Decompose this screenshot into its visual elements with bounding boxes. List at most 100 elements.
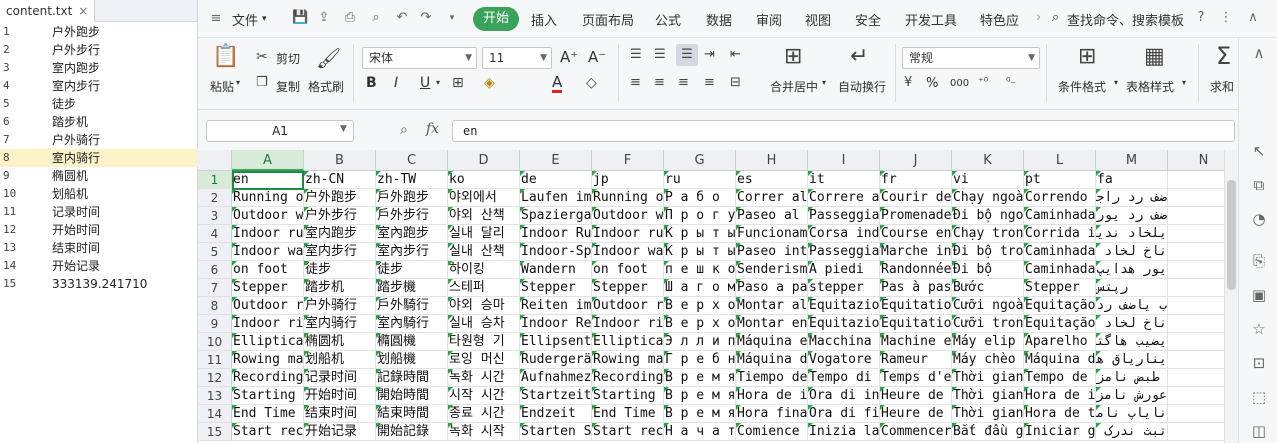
cell-c14[interactable]: 結束時間 (376, 405, 448, 423)
currency-icon[interactable]: ¥ (904, 76, 912, 89)
conditional-format-dropdown-icon[interactable]: ▾ (1114, 78, 1118, 87)
cell-a4[interactable]: Indoor ru (232, 225, 304, 243)
format-painter-button[interactable]: 格式刷 (308, 78, 344, 95)
row-header-9[interactable]: 9 (198, 315, 232, 333)
print-preview-icon[interactable]: ⌕ (368, 10, 384, 26)
cell-i7[interactable]: stepper (808, 279, 880, 297)
cell-b1[interactable]: zh-CN (304, 171, 376, 189)
row-header-10[interactable]: 10 (198, 333, 232, 351)
cell-d9[interactable]: 실내 승차 (448, 315, 520, 333)
customize-toolbar-icon[interactable]: ▾ (444, 10, 460, 26)
column-header-c[interactable]: C (376, 150, 448, 171)
cell-h6[interactable]: Senderism (736, 261, 808, 279)
cell-c6[interactable]: 徒步 (376, 261, 448, 279)
file-menu[interactable]: 文件 (232, 10, 258, 29)
cell-k14[interactable]: Thời gian (952, 405, 1024, 423)
cell-m9[interactable]: ناخ لخاد یراوس (1096, 315, 1168, 333)
cell-d3[interactable]: 야외 산책 (448, 207, 520, 225)
cell-d12[interactable]: 녹화 시간 (448, 369, 520, 387)
fx-button[interactable]: fx (426, 121, 439, 137)
cell-g13[interactable]: В р е м я (664, 387, 736, 405)
cell-c4[interactable]: 室內跑步 (376, 225, 448, 243)
cell-m2[interactable]: ضف رد راجا لاح رد (1096, 189, 1168, 207)
editor-line[interactable]: 13 结束时间 (0, 239, 198, 257)
table-style-icon[interactable]: ▦ (1144, 46, 1165, 68)
row-header-6[interactable]: 6 (198, 261, 232, 279)
editor-line[interactable]: 9 椭圆机 (0, 167, 198, 185)
cell-e5[interactable]: Indoor-Sp (520, 243, 592, 261)
font-size-select[interactable]: 11 ▼ (482, 47, 552, 69)
cell-l3[interactable]: Caminhada (1024, 207, 1096, 225)
column-header-h[interactable]: H (736, 150, 808, 171)
align-center-icon[interactable]: ≡ (654, 76, 665, 89)
cell-j7[interactable]: Pas à pas (880, 279, 952, 297)
cell-e12[interactable]: Aufnahmez (520, 369, 592, 387)
help-icon[interactable]: ? (1193, 10, 1209, 26)
cell-m1[interactable]: fa (1096, 171, 1168, 189)
cell-f7[interactable]: Stepper (592, 279, 664, 297)
share-icon[interactable]: ⬚ (1250, 388, 1268, 406)
select-all-corner[interactable] (198, 150, 232, 171)
editor-line[interactable]: 2 户外步行 (0, 41, 198, 59)
tab-featured-apps[interactable]: 特色应 (980, 10, 1019, 29)
cell-g4[interactable]: К р ы т ы (664, 225, 736, 243)
cell-j6[interactable]: Randonnée (880, 261, 952, 279)
cell-g10[interactable]: Э л л и п (664, 333, 736, 351)
column-header-g[interactable]: G (664, 150, 736, 171)
cell-i14[interactable]: Ora di fi (808, 405, 880, 423)
row-header-11[interactable]: 11 (198, 351, 232, 369)
cell-f8[interactable]: Outdoor r (592, 297, 664, 315)
cell-k6[interactable]: Đi bộ (952, 261, 1024, 279)
scissors-icon[interactable]: ✂ (256, 50, 268, 64)
cell-m4[interactable]: یلخاد ندیود (1096, 225, 1168, 243)
justify-icon[interactable]: ≡ (704, 76, 715, 89)
cell-j14[interactable]: Heure de (880, 405, 952, 423)
cell-d5[interactable]: 실내 산책 (448, 243, 520, 261)
cell-i3[interactable]: Passeggia (808, 207, 880, 225)
row-header-1[interactable]: 1 (198, 171, 232, 189)
cell-d15[interactable]: 녹화 시작 (448, 423, 520, 441)
fill-color-icon[interactable]: ◈ (484, 76, 495, 90)
cell-e9[interactable]: Indoor Re (520, 315, 592, 333)
select-pointer-icon[interactable]: ↖ (1250, 142, 1268, 160)
cell-d7[interactable]: 스테퍼 (448, 279, 520, 297)
cell-c15[interactable]: 開始記錄 (376, 423, 448, 441)
chevron-right-icon[interactable]: › (1036, 10, 1041, 25)
cell-c13[interactable]: 開始時間 (376, 387, 448, 405)
cell-j12[interactable]: Temps d'e (880, 369, 952, 387)
column-header-l[interactable]: L (1024, 150, 1096, 171)
cell-a5[interactable]: Indoor wa (232, 243, 304, 261)
cell-f5[interactable]: Indoor wa (592, 243, 664, 261)
outdent-icon[interactable]: ⇤ (730, 48, 741, 61)
undo-icon[interactable]: ↶ (394, 10, 410, 26)
cell-f3[interactable]: Outdoor w (592, 207, 664, 225)
cell-b13[interactable]: 开始时间 (304, 387, 376, 405)
column-header-m[interactable]: M (1096, 150, 1168, 171)
cell-b14[interactable]: 结束时间 (304, 405, 376, 423)
cell-d11[interactable]: 로잉 머신 (448, 351, 520, 369)
editor-line[interactable]: 11 记录时间 (0, 203, 198, 221)
conditional-format-icon[interactable]: ⊞ (1078, 46, 1096, 68)
app-icon[interactable]: ◫ (1250, 422, 1268, 440)
tab-developer[interactable]: 开发工具 (905, 10, 957, 29)
cell-m3[interactable]: ضف رد یور هدایپ (1096, 207, 1168, 225)
cell-m12[interactable]: طبض نامز (1096, 369, 1168, 387)
cell-i10[interactable]: Macchina (808, 333, 880, 351)
cell-g8[interactable]: В е р х о (664, 297, 736, 315)
cell-e8[interactable]: Reiten im (520, 297, 592, 315)
column-header-i[interactable]: I (808, 150, 880, 171)
cell-i1[interactable]: it (808, 171, 880, 189)
cell-l7[interactable]: Stepper (1024, 279, 1096, 297)
cell-d6[interactable]: 하이킹 (448, 261, 520, 279)
row-header-7[interactable]: 7 (198, 279, 232, 297)
cell-g6[interactable]: п е ш к о (664, 261, 736, 279)
tab-home[interactable]: 开始 (473, 7, 519, 31)
cell-a12[interactable]: Recording (232, 369, 304, 387)
cell-e4[interactable]: Indoor Ru (520, 225, 592, 243)
italic-button[interactable]: I (394, 75, 398, 91)
cell-a7[interactable]: Stepper (232, 279, 304, 297)
cell-i13[interactable]: Ora di in (808, 387, 880, 405)
zoom-icon[interactable]: ⌕ (400, 122, 408, 138)
cell-m13[interactable]: عورش نامز (1096, 387, 1168, 405)
cell-b3[interactable]: 户外步行 (304, 207, 376, 225)
